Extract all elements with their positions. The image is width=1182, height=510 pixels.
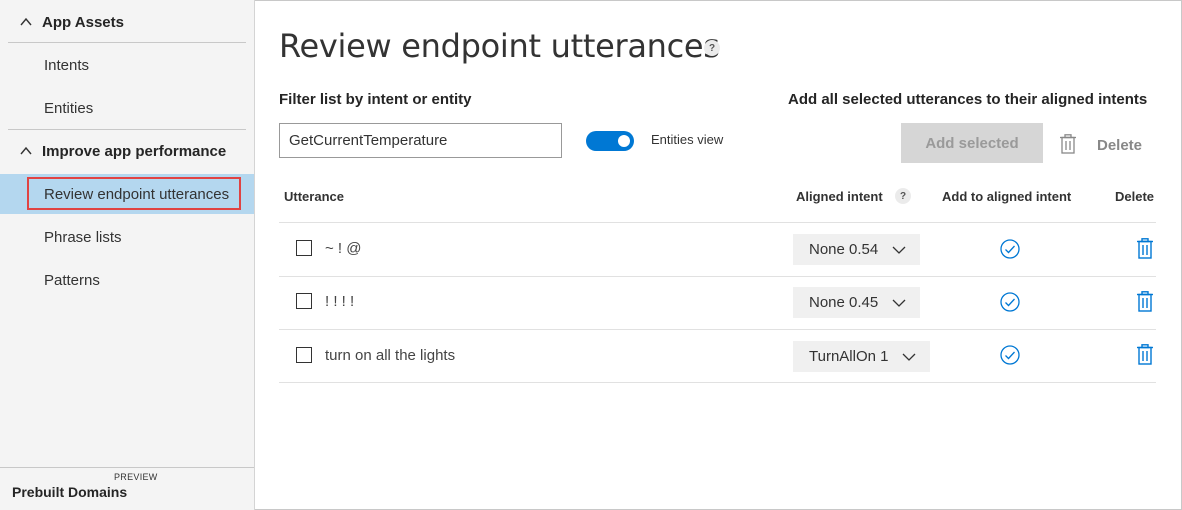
toggle-knob <box>618 135 630 147</box>
row-checkbox[interactable] <box>296 240 312 256</box>
help-icon[interactable]: ? <box>704 40 720 56</box>
aligned-intent-value: None 0.45 <box>809 294 879 311</box>
sidebar-item-patterns[interactable]: Patterns <box>0 260 254 300</box>
aligned-intent-dropdown[interactable]: None 0.54 <box>793 234 921 265</box>
trash-icon[interactable] <box>1136 291 1154 312</box>
sidebar: App Assets Intents Entities Improve app … <box>0 0 255 510</box>
filter-input[interactable] <box>279 123 562 158</box>
aligned-intent-dropdown[interactable]: TurnAllOn 1 <box>793 341 931 372</box>
chevron-up-icon <box>20 17 32 26</box>
sidebar-item-review-endpoint-utterances[interactable]: Review endpoint utterances <box>0 174 254 214</box>
page-title: Review endpoint utterances <box>279 27 720 65</box>
row-divider <box>279 382 1156 383</box>
sidebar-item-label: Patterns <box>44 271 100 289</box>
sidebar-item-entities[interactable]: Entities <box>0 88 254 128</box>
column-header-utterance: Utterance <box>284 189 344 204</box>
section-app-assets[interactable]: App Assets <box>8 2 246 42</box>
delete-button[interactable]: Delete <box>1097 137 1142 154</box>
column-header-add-to-aligned-intent: Add to aligned intent <box>942 189 1072 204</box>
sidebar-item-prebuilt-domains[interactable]: PREVIEW Prebuilt Domains <box>0 467 254 510</box>
sidebar-item-phrase-lists[interactable]: Phrase lists <box>0 217 254 257</box>
column-header-aligned-intent: Aligned intent <box>796 189 883 204</box>
sidebar-item-label: Intents <box>44 56 90 74</box>
add-all-label: Add all selected utterances to their ali… <box>788 91 1148 108</box>
chevron-up-icon <box>20 146 32 155</box>
sidebar-item-intents[interactable]: Intents <box>0 45 254 85</box>
entities-view-toggle[interactable] <box>586 131 634 151</box>
section-app-assets-label: App Assets <box>42 13 124 31</box>
chevron-down-icon <box>903 353 916 361</box>
prebuilt-domains-label: Prebuilt Domains <box>12 484 128 500</box>
check-circle-icon[interactable] <box>1000 292 1020 312</box>
row-checkbox[interactable] <box>296 293 312 309</box>
sidebar-item-label: Entities <box>44 99 94 117</box>
chevron-down-icon <box>892 299 906 307</box>
sidebar-divider <box>8 42 246 43</box>
preview-badge: PREVIEW <box>114 472 158 482</box>
chevron-down-icon <box>892 246 906 254</box>
column-header-delete: Delete <box>1115 189 1155 204</box>
check-circle-icon[interactable] <box>1000 345 1020 365</box>
sidebar-item-label: Review endpoint utterances <box>44 185 230 203</box>
trash-icon[interactable] <box>1136 344 1154 365</box>
aligned-intent-dropdown[interactable]: None 0.45 <box>793 287 921 318</box>
trash-icon[interactable] <box>1059 134 1077 154</box>
entities-view-label: Entities view <box>651 132 724 147</box>
filter-label: Filter list by intent or entity <box>279 91 472 108</box>
add-selected-button[interactable]: Add selected <box>901 123 1043 163</box>
section-improve-app-performance[interactable]: Improve app performance <box>8 131 246 171</box>
table-row: ~ ! @ None 0.54 <box>279 223 1156 276</box>
utterance-text: ! ! ! ! <box>325 293 355 310</box>
help-icon[interactable]: ? <box>895 188 911 204</box>
section-improve-label: Improve app performance <box>42 142 227 160</box>
utterance-text: ~ ! @ <box>325 240 362 257</box>
table-row: ! ! ! ! None 0.45 <box>279 277 1156 330</box>
aligned-intent-value: None 0.54 <box>809 241 879 258</box>
row-checkbox[interactable] <box>296 347 312 363</box>
aligned-intent-value: TurnAllOn 1 <box>809 348 889 365</box>
sidebar-divider <box>8 129 246 130</box>
sidebar-item-label: Phrase lists <box>44 228 122 246</box>
utterance-text: turn on all the lights <box>325 347 456 364</box>
table-row: turn on all the lights TurnAllOn 1 <box>279 330 1156 383</box>
trash-icon[interactable] <box>1136 238 1154 259</box>
check-circle-icon[interactable] <box>1000 239 1020 259</box>
